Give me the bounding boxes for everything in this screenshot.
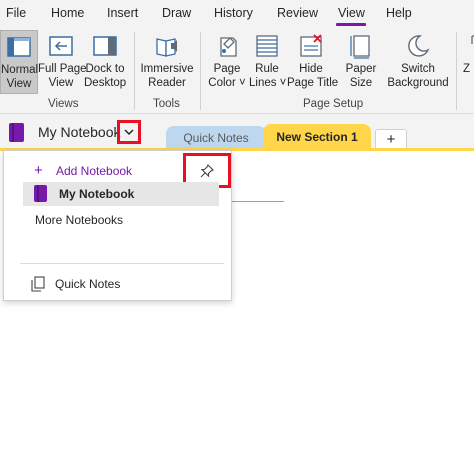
chevron-down-icon	[124, 128, 134, 135]
normal-view-label-2: View	[6, 78, 32, 90]
notebook-dropdown-highlight[interactable]	[117, 120, 141, 144]
section-tab-new-section-1[interactable]: New Section 1	[263, 124, 371, 150]
dock-to-desktop-icon	[93, 36, 117, 56]
add-icon: +	[34, 162, 43, 179]
tab-file[interactable]: File	[6, 6, 26, 20]
dock-to-desktop-label-1: Dock to	[85, 63, 125, 75]
group-divider	[200, 32, 201, 110]
hide-page-title-icon	[300, 34, 322, 57]
ribbon: Normal View Full Page View Dock to Deskt…	[0, 28, 474, 114]
dock-to-desktop-label-2: Desktop	[84, 77, 127, 89]
notebook-list-item-label: My Notebook	[59, 187, 135, 201]
full-page-view-label-1: Full Page	[38, 63, 87, 75]
tab-draw[interactable]: Draw	[162, 6, 191, 20]
immersive-reader-label-1: Immersive	[140, 63, 194, 75]
moon-icon	[408, 35, 430, 57]
panel-divider	[20, 263, 224, 264]
views-group-label: Views	[48, 98, 79, 110]
tab-view[interactable]: View	[338, 6, 365, 20]
paper-size-label-1: Paper	[345, 63, 377, 75]
paper-size-label-2: Size	[349, 77, 373, 89]
group-divider	[456, 32, 457, 110]
section-tab-quick-notes[interactable]: Quick Notes	[166, 126, 266, 150]
normal-view-button[interactable]: Normal View	[0, 30, 38, 94]
menu-bar: File Home Insert Draw History Review Vie…	[0, 0, 474, 28]
hide-page-title-button[interactable]: Hide Page Title	[287, 30, 339, 94]
zoom-label-partial: Z	[463, 63, 471, 75]
page-color-button[interactable]: Page Color ˅	[205, 30, 249, 94]
notebook-list-item[interactable]: My Notebook	[23, 182, 219, 206]
tab-home[interactable]: Home	[51, 6, 84, 20]
rule-lines-label-2: Lines ˅	[249, 77, 287, 89]
page-color-label-2: Color ˅	[208, 77, 246, 89]
rule-lines-icon	[256, 35, 278, 57]
switch-background-label-1: Switch	[401, 63, 435, 75]
add-notebook-label: Add Notebook	[56, 164, 133, 178]
normal-view-icon	[7, 37, 31, 57]
notebook-bar: My Notebook Quick Notes New Section 1 +	[0, 114, 474, 150]
normal-view-label-1: Normal	[1, 64, 39, 76]
pin-icon	[200, 163, 214, 177]
page-setup-group-label: Page Setup	[303, 98, 364, 110]
notebook-icon	[9, 123, 24, 142]
rule-lines-button[interactable]: Rule Lines ˅	[249, 30, 287, 94]
notebook-title[interactable]: My Notebook	[38, 124, 120, 140]
add-section-button[interactable]: +	[375, 129, 407, 150]
zoom-button-partial[interactable]: Z	[459, 30, 474, 94]
page-color-icon	[220, 37, 237, 57]
immersive-reader-button[interactable]: Immersive Reader	[138, 30, 196, 94]
full-page-view-icon	[49, 36, 73, 56]
dock-to-desktop-button[interactable]: Dock to Desktop	[84, 30, 126, 94]
add-notebook-button[interactable]: + Add Notebook	[34, 162, 132, 179]
quick-notes-icon	[31, 276, 45, 292]
notebook-icon	[34, 185, 47, 202]
immersive-reader-label-2: Reader	[148, 77, 186, 89]
switch-background-button[interactable]: Switch Background	[386, 30, 450, 94]
paper-size-icon	[350, 35, 370, 59]
hide-page-title-label-1: Hide	[299, 63, 323, 75]
quick-notes-label: Quick Notes	[55, 277, 121, 291]
hide-page-title-label-2: Page Title	[287, 77, 339, 89]
active-tab-indicator	[336, 23, 366, 26]
tab-insert[interactable]: Insert	[107, 6, 138, 20]
page-color-label-1: Page	[213, 63, 241, 75]
rule-lines-label-1: Rule	[255, 63, 279, 75]
immersive-reader-icon	[156, 38, 177, 57]
tab-review[interactable]: Review	[277, 6, 318, 20]
switch-background-label-2: Background	[387, 77, 449, 89]
more-notebooks-link[interactable]: More Notebooks	[35, 213, 123, 227]
full-page-view-button[interactable]: Full Page View	[38, 30, 87, 94]
tab-history[interactable]: History	[214, 6, 253, 20]
group-divider	[134, 32, 135, 110]
notebook-list-panel: + Add Notebook My Notebook More Notebooks…	[3, 150, 232, 301]
tools-group-label: Tools	[153, 98, 180, 110]
zoom-icon	[471, 35, 474, 44]
full-page-view-label-2: View	[48, 77, 74, 89]
paper-size-button[interactable]: Paper Size	[342, 30, 380, 94]
tab-help[interactable]: Help	[386, 6, 412, 20]
